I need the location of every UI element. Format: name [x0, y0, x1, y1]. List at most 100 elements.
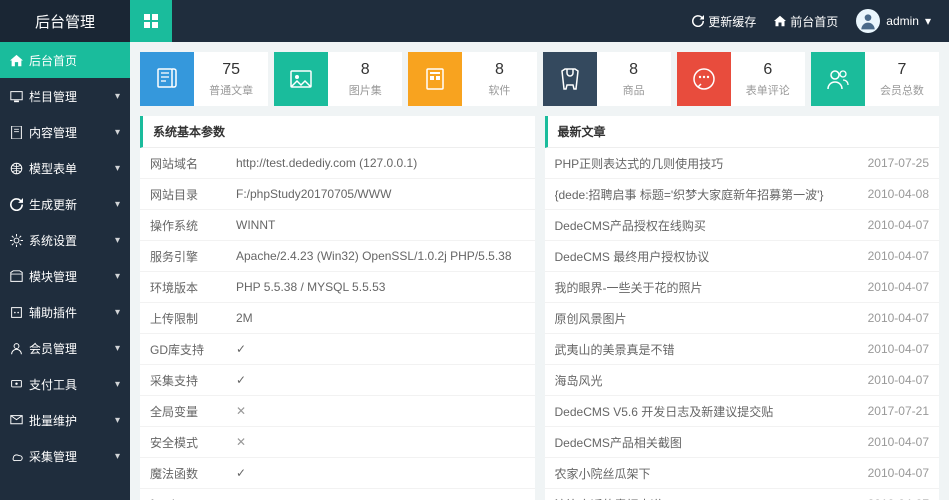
info-label: 魔法函数 — [150, 465, 236, 482]
system-panel: 系统基本参数 网站域名http://test.dedediy.com (127.… — [140, 116, 535, 500]
menu-toggle-button[interactable] — [130, 0, 172, 42]
sidebar-item-9[interactable]: 支付工具▾ — [0, 366, 130, 402]
admin-dropdown[interactable]: admin ▾ — [856, 9, 931, 33]
system-row: fsockopen✓ — [140, 489, 535, 500]
article-date: 2010-04-07 — [868, 435, 929, 449]
system-row: 网站域名http://test.dedediy.com (127.0.0.1) — [140, 148, 535, 179]
article-title[interactable]: 原创风景图片 — [555, 310, 868, 327]
stat-label: 图片集 — [332, 82, 398, 98]
sidebar-item-1[interactable]: 栏目管理▾ — [0, 78, 130, 114]
article-title[interactable]: DedeCMS 最终用户授权协议 — [555, 248, 868, 265]
article-date: 2010-04-08 — [868, 187, 929, 201]
sidebar-icon — [10, 162, 23, 175]
stat-number: 7 — [869, 60, 935, 79]
info-label: GD库支持 — [150, 341, 236, 358]
frontend-link[interactable]: 前台首页 — [774, 13, 838, 30]
sidebar-item-8[interactable]: 会员管理 ▾ — [0, 330, 130, 366]
check-icon: ✓ — [236, 466, 246, 480]
stat-box-2[interactable]: 8 软件 — [408, 52, 536, 106]
stat-box-4[interactable]: 6表单评论 — [677, 52, 805, 106]
system-row: 环境版本PHP 5.5.38 / MYSQL 5.5.53 — [140, 272, 535, 303]
article-date: 2010-04-07 — [868, 373, 929, 387]
sidebar-item-10[interactable]: 批量维护▾ — [0, 402, 130, 438]
article-title[interactable]: 农家小院丝瓜架下 — [555, 465, 868, 482]
article-row: DedeCMS 最终用户授权协议2010-04-07 — [545, 241, 940, 272]
info-label: 全局变量 — [150, 403, 236, 420]
cross-icon: ✕ — [236, 435, 246, 449]
article-title[interactable]: 武夷山的美景真是不错 — [555, 341, 868, 358]
system-panel-title: 系统基本参数 — [140, 116, 535, 148]
article-title[interactable]: 我的眼界-一些关于花的照片 — [555, 279, 868, 296]
article-row: 原创风景图片2010-04-07 — [545, 303, 940, 334]
sidebar: 后台首页栏目管理▾内容管理▾模型表单▾生成更新▾系统设置▾模块管理▾辅助插件▾会… — [0, 42, 130, 500]
sidebar-icon — [10, 126, 23, 139]
sidebar-icon — [10, 450, 23, 463]
info-value: PHP 5.5.38 / MYSQL 5.5.53 — [236, 280, 525, 294]
article-row: PHP正则表达式的几则使用技巧2017-07-25 — [545, 148, 940, 179]
stat-icon — [677, 52, 731, 106]
sidebar-item-2[interactable]: 内容管理▾ — [0, 114, 130, 150]
sidebar-icon — [10, 198, 23, 211]
refresh-cache-link[interactable]: 更新缓存 — [692, 13, 756, 30]
sidebar-item-5[interactable]: 系统设置▾ — [0, 222, 130, 258]
stat-box-3[interactable]: 8商品 — [543, 52, 671, 106]
sidebar-icon — [10, 54, 23, 67]
article-title[interactable]: 海岛风光 — [555, 372, 868, 389]
info-value: http://test.dedediy.com (127.0.0.1) — [236, 156, 525, 170]
topbar-right: 更新缓存 前台首页 admin ▾ — [692, 9, 949, 33]
stat-box-0[interactable]: 75普通文章 — [140, 52, 268, 106]
logo: 后台管理 — [0, 0, 130, 42]
chevron-down-icon: ▾ — [115, 343, 120, 354]
stat-box-1[interactable]: 8 图片集 — [274, 52, 402, 106]
article-date: 2017-07-25 — [868, 156, 929, 170]
check-icon: ✓ — [236, 342, 246, 356]
sidebar-item-label: 批量维护 — [29, 412, 77, 429]
stat-icon — [543, 52, 597, 106]
chevron-down-icon: ▾ — [115, 451, 120, 462]
main-content: 75普通文章 8 图片集 8 软件 8商品6表单评论 7 会员总数 系统基本参数 网站域名ht… — [130, 42, 949, 500]
article-row: 海岛风光2010-04-07 — [545, 365, 940, 396]
sidebar-item-4[interactable]: 生成更新 ▾ — [0, 186, 130, 222]
article-title[interactable]: DedeCMS产品授权在线购买 — [555, 217, 868, 234]
sidebar-item-0[interactable]: 后台首页 — [0, 42, 130, 78]
system-row: 网站目录F:/phpStudy20170705/WWW — [140, 179, 535, 210]
articles-panel-title: 最新文章 — [545, 116, 940, 148]
sidebar-item-label: 生成更新 — [29, 196, 77, 213]
article-date: 2010-04-07 — [868, 466, 929, 480]
sidebar-item-7[interactable]: 辅助插件▾ — [0, 294, 130, 330]
info-label: 服务引擎 — [150, 248, 236, 265]
stat-number: 75 — [198, 60, 264, 79]
stat-number: 8 — [332, 60, 398, 79]
sidebar-item-label: 会员管理 — [29, 340, 77, 357]
info-value: ✓ — [236, 373, 525, 387]
sidebar-item-label: 栏目管理 — [29, 88, 77, 105]
topbar: 后台管理 更新缓存 前台首页 admin ▾ — [0, 0, 949, 42]
sidebar-item-6[interactable]: 模块管理▾ — [0, 258, 130, 294]
sidebar-item-3[interactable]: 模型表单▾ — [0, 150, 130, 186]
sidebar-item-label: 系统设置 — [29, 232, 77, 249]
system-row: 上传限制2M — [140, 303, 535, 334]
info-value: F:/phpStudy20170705/WWW — [236, 187, 525, 201]
article-row: {dede:招聘启事 标题='织梦大家庭新年招募第一波'}2010-04-08 — [545, 179, 940, 210]
article-title[interactable]: DedeCMS产品相关截图 — [555, 434, 868, 451]
article-date: 2010-04-07 — [868, 342, 929, 356]
article-title[interactable]: DedeCMS V5.6 开发日志及新建议提交贴 — [555, 403, 868, 420]
article-title[interactable]: {dede:招聘启事 标题='织梦大家庭新年招募第一波'} — [555, 186, 868, 203]
article-title[interactable]: PHP正则表达式的几则使用技巧 — [555, 155, 868, 172]
stat-label: 软件 — [466, 82, 532, 98]
stat-box-5[interactable]: 7 会员总数 — [811, 52, 939, 106]
system-row: 操作系统WINNT — [140, 210, 535, 241]
chevron-down-icon: ▾ — [115, 199, 120, 210]
sidebar-item-11[interactable]: 采集管理▾ — [0, 438, 130, 474]
article-title[interactable]: 流连忘返的青桐大道 — [555, 496, 868, 500]
stat-number: 8 — [601, 60, 667, 79]
info-value: Apache/2.4.23 (Win32) OpenSSL/1.0.2j PHP… — [236, 249, 525, 263]
info-value: ✓ — [236, 466, 525, 480]
sidebar-item-label: 模块管理 — [29, 268, 77, 285]
article-date: 2010-04-07 — [868, 280, 929, 294]
article-row: 我的眼界-一些关于花的照片2010-04-07 — [545, 272, 940, 303]
stat-label: 会员总数 — [869, 82, 935, 98]
stat-number: 8 — [466, 60, 532, 79]
info-value: 2M — [236, 311, 525, 325]
refresh-icon — [692, 15, 704, 27]
